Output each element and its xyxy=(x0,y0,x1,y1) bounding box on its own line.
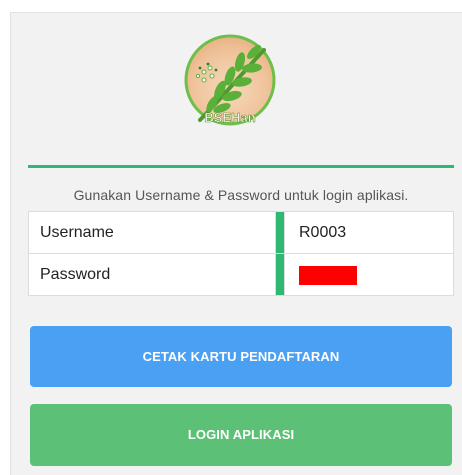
credentials-table: Username R0003 Password xyxy=(28,211,454,296)
print-card-button[interactable]: CETAK KARTU PENDAFTARAN xyxy=(30,326,452,387)
login-button[interactable]: LOGIN APLIKASI xyxy=(30,404,452,466)
app-logo: BSEHan xyxy=(182,28,278,132)
password-row: Password xyxy=(28,253,454,296)
field-accent-bar xyxy=(275,211,285,254)
password-field[interactable] xyxy=(284,253,454,296)
username-label: Username xyxy=(28,211,276,254)
logo-text: BSEHan xyxy=(204,110,255,125)
green-divider xyxy=(28,165,454,168)
leaf-logo-icon: BSEHan xyxy=(184,34,276,126)
username-row: Username R0003 xyxy=(28,211,454,254)
login-hint: Gunakan Username & Password untuk login … xyxy=(73,187,409,203)
field-accent-bar xyxy=(275,253,285,296)
username-field[interactable]: R0003 xyxy=(284,211,454,254)
password-label: Password xyxy=(28,253,276,296)
password-redaction-mask xyxy=(299,265,357,285)
